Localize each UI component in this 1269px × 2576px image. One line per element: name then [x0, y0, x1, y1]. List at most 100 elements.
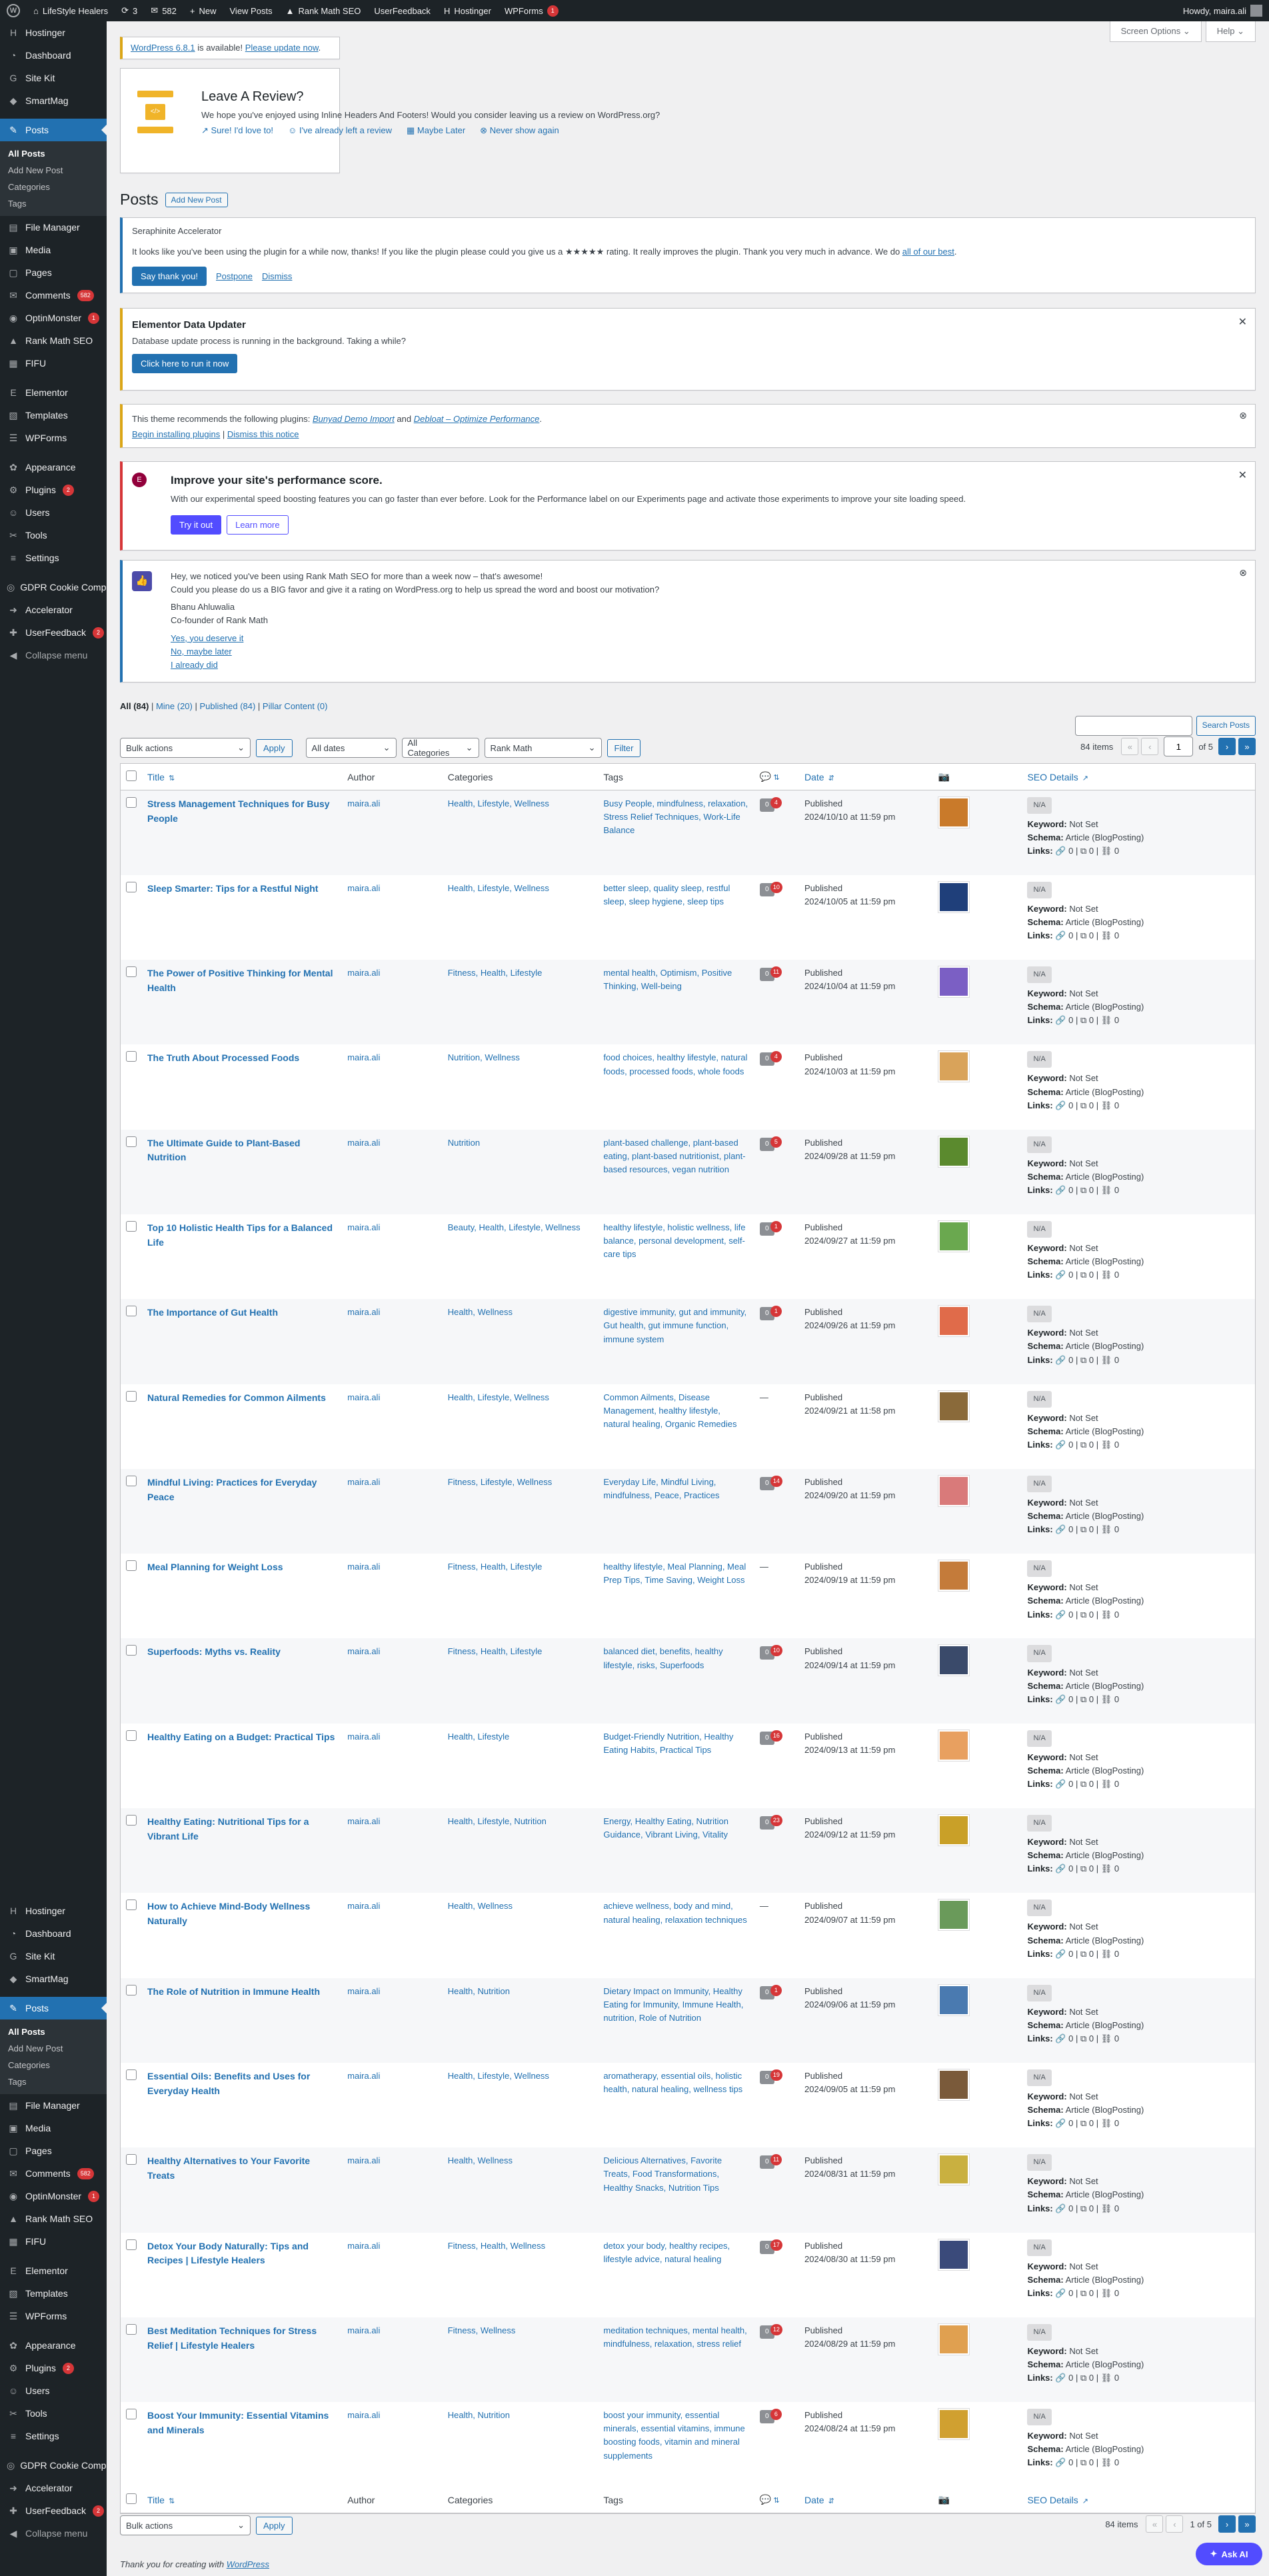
- sidebar-item-hostinger[interactable]: H Hostinger: [0, 1900, 107, 1922]
- filter-published-link[interactable]: Published (84): [199, 701, 255, 711]
- tags-links[interactable]: achieve wellness, body and mind, natural…: [603, 1901, 746, 1924]
- featured-image[interactable]: [937, 796, 970, 828]
- next-page-button[interactable]: ›: [1218, 738, 1236, 755]
- categories-links[interactable]: Fitness, Health, Lifestyle: [448, 1646, 543, 1656]
- tags-links[interactable]: Budget-Friendly Nutrition, Healthy Eatin…: [603, 1732, 733, 1755]
- sidebar-item-gdpr[interactable]: ◎ GDPR Cookie Compliance: [0, 576, 107, 599]
- sidebar-item-smartmag[interactable]: ◆ SmartMag: [0, 89, 107, 112]
- dismiss-notice-link[interactable]: Dismiss this notice: [227, 429, 299, 439]
- categories-links[interactable]: Nutrition, Wellness: [448, 1052, 520, 1062]
- debloat-link[interactable]: Debloat – Optimize Performance: [414, 414, 540, 424]
- pending-comments-count[interactable]: 16: [770, 1730, 782, 1742]
- categories-links[interactable]: Health, Nutrition: [448, 2410, 510, 2420]
- add-new-post-button[interactable]: Add New Post: [165, 192, 228, 207]
- view-posts-link[interactable]: View Posts: [223, 0, 279, 21]
- wordpress-link[interactable]: WordPress: [227, 2559, 269, 2569]
- sidebar-item-filemanager[interactable]: ▤ File Manager: [0, 216, 107, 239]
- categories-links[interactable]: Health, Nutrition: [448, 1986, 510, 1996]
- account-menu[interactable]: Howdy, maira.ali: [1176, 0, 1269, 21]
- row-checkbox[interactable]: [126, 1900, 137, 1911]
- pending-comments-count[interactable]: 11: [770, 966, 782, 978]
- pending-comments-count[interactable]: 10: [770, 881, 782, 893]
- post-title-link[interactable]: Sleep Smarter: Tips for a Restful Night: [147, 883, 318, 894]
- sidebar-item-optinmonster[interactable]: ◉ OptinMonster 1: [0, 307, 107, 329]
- tags-links[interactable]: healthy lifestyle, Meal Planning, Meal P…: [603, 1562, 746, 1585]
- sidebar-item-tools[interactable]: ✂ Tools: [0, 524, 107, 547]
- yes-you-deserve-it-link[interactable]: Yes, you deserve it: [171, 633, 243, 643]
- author-link[interactable]: maira.ali: [347, 1052, 380, 1062]
- wpforms-link[interactable]: WPForms 1: [498, 0, 565, 21]
- author-link[interactable]: maira.ali: [347, 2410, 380, 2420]
- post-title-link[interactable]: How to Achieve Mind-Body Wellness Natura…: [147, 1901, 310, 1926]
- sidebar-item-settings[interactable]: ≡ Settings: [0, 2425, 107, 2447]
- pending-comments-count[interactable]: 14: [770, 1475, 782, 1487]
- sidebar-item-pages[interactable]: ▢ Pages: [0, 261, 107, 284]
- apply-button-bottom[interactable]: Apply: [256, 2516, 293, 2535]
- comments-link[interactable]: ✉ 582: [144, 0, 183, 21]
- row-checkbox[interactable]: [126, 2154, 137, 2165]
- select-all-checkbox[interactable]: [126, 770, 137, 781]
- pending-comments-count[interactable]: 6: [770, 2409, 782, 2421]
- userfeedback-link[interactable]: UserFeedback: [367, 0, 437, 21]
- submenu-tags[interactable]: Tags: [0, 2073, 107, 2090]
- categories-links[interactable]: Health, Lifestyle, Wellness: [448, 1392, 549, 1402]
- row-checkbox[interactable]: [126, 2323, 137, 2335]
- filter-pillar-link[interactable]: Pillar Content (0): [263, 701, 328, 711]
- row-checkbox[interactable]: [126, 797, 137, 808]
- column-date[interactable]: Date ⇵: [799, 764, 933, 790]
- date-filter-select[interactable]: All dates: [305, 738, 397, 758]
- post-title-link[interactable]: The Role of Nutrition in Immune Health: [147, 1986, 320, 1997]
- sidebar-item-users[interactable]: ☺ Users: [0, 501, 107, 524]
- post-title-link[interactable]: Essential Oils: Benefits and Uses for Ev…: [147, 2071, 310, 2096]
- close-icon[interactable]: ✕: [1238, 315, 1247, 329]
- author-link[interactable]: maira.ali: [347, 1986, 380, 1996]
- post-title-link[interactable]: Healthy Alternatives to Your Favorite Tr…: [147, 2155, 310, 2181]
- tags-links[interactable]: Dietary Impact on Immunity, Healthy Eati…: [603, 1986, 743, 2023]
- sidebar-item-rankmath[interactable]: ▲ Rank Math SEO: [0, 2207, 107, 2230]
- author-link[interactable]: maira.ali: [347, 2241, 380, 2251]
- tags-links[interactable]: better sleep, quality sleep, restful sle…: [603, 883, 730, 906]
- tags-links[interactable]: Busy People, mindfulness, relaxation, St…: [603, 798, 748, 835]
- close-icon[interactable]: ✕: [1238, 469, 1247, 482]
- author-link[interactable]: maira.ali: [347, 1732, 380, 1742]
- row-checkbox[interactable]: [126, 1984, 137, 1995]
- post-title-link[interactable]: The Importance of Gut Health: [147, 1307, 278, 1318]
- apply-button[interactable]: Apply: [256, 738, 293, 757]
- row-checkbox[interactable]: [126, 2069, 137, 2080]
- featured-image[interactable]: [937, 2238, 970, 2271]
- featured-image[interactable]: [937, 1644, 970, 1677]
- sidebar-item-sitekit[interactable]: G Site Kit: [0, 67, 107, 89]
- learn-more-button[interactable]: Learn more: [227, 515, 289, 535]
- categories-links[interactable]: Health, Lifestyle: [448, 1732, 510, 1742]
- categories-links[interactable]: Nutrition: [448, 1138, 480, 1148]
- featured-image[interactable]: [937, 1814, 970, 1847]
- categories-links[interactable]: Fitness, Lifestyle, Wellness: [448, 1477, 553, 1487]
- column-comments[interactable]: 💬 ⇅: [754, 764, 799, 790]
- row-checkbox[interactable]: [126, 966, 137, 978]
- pending-comments-count[interactable]: 11: [770, 2154, 782, 2166]
- sidebar-item-hostinger[interactable]: H Hostinger: [0, 21, 107, 44]
- pending-comments-count[interactable]: 19: [770, 2069, 782, 2081]
- author-link[interactable]: maira.ali: [347, 1477, 380, 1487]
- sidebar-item-comments[interactable]: ✉ Comments 582: [0, 2162, 107, 2185]
- author-link[interactable]: maira.ali: [347, 883, 380, 893]
- row-checkbox[interactable]: [126, 1645, 137, 1656]
- categories-links[interactable]: Health, Lifestyle, Wellness: [448, 2071, 549, 2081]
- sidebar-item-accelerator[interactable]: ➜ Accelerator: [0, 2477, 107, 2499]
- sidebar-item-posts[interactable]: ✎ Posts: [0, 119, 107, 141]
- sidebar-item-dashboard[interactable]: ◔ Dashboard: [0, 44, 107, 67]
- post-title-link[interactable]: Detox Your Body Naturally: Tips and Reci…: [147, 2241, 309, 2266]
- featured-image[interactable]: [937, 966, 970, 998]
- featured-image[interactable]: [937, 2068, 970, 2101]
- sidebar-item-userfeedback[interactable]: ✚ UserFeedback 2: [0, 621, 107, 644]
- tags-links[interactable]: meditation techniques, mental health, mi…: [603, 2325, 746, 2349]
- dismiss-link[interactable]: Dismiss: [262, 271, 293, 281]
- sidebar-item-comments[interactable]: ✉ Comments 582: [0, 284, 107, 307]
- sidebar-item-tools[interactable]: ✂ Tools: [0, 2402, 107, 2425]
- current-page-input[interactable]: [1164, 736, 1194, 756]
- tags-links[interactable]: Everyday Life, Mindful Living, mindfulne…: [603, 1477, 719, 1500]
- submenu-all[interactable]: All Posts: [0, 2023, 107, 2040]
- pending-comments-count[interactable]: 17: [770, 2239, 782, 2251]
- sidebar-item-appearance[interactable]: ✿ Appearance: [0, 2334, 107, 2357]
- sidebar-item-templates[interactable]: ▧ Templates: [0, 404, 107, 427]
